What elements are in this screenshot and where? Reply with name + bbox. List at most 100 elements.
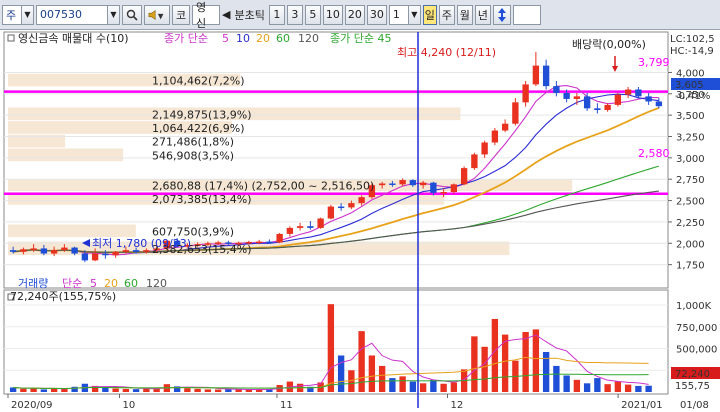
y-tick-label: 3,000 (676, 154, 705, 165)
mode-value[interactable]: 주 (2, 4, 22, 25)
period-30[interactable]: 30 (366, 4, 387, 25)
candle (481, 142, 488, 155)
candle (337, 206, 345, 209)
volume-profile-label: 2,073,385(13,4%) (152, 193, 252, 206)
chevron-down-icon[interactable]: ▼ (22, 4, 34, 25)
period-20[interactable]: 20 (344, 4, 365, 25)
candle (409, 180, 417, 186)
y-tick-label: 2,000 (676, 239, 705, 250)
volume-profile-label: 271,486(1,8%) (152, 136, 234, 149)
volume-bar (614, 381, 622, 392)
period-1[interactable]: 1 (268, 4, 285, 25)
volume-ma120: 120 (146, 277, 167, 290)
stock-code-input[interactable]: 007530 (36, 4, 108, 25)
svg-text:▼: ▼ (158, 11, 164, 20)
period-3[interactable]: 3 (286, 4, 303, 25)
candle (460, 168, 468, 185)
x-tick-label: 2021/01 (621, 400, 663, 411)
month-button[interactable]: 월 (456, 4, 473, 25)
speaker-icon: ▼ (148, 9, 164, 20)
candle (594, 108, 601, 111)
candle (327, 206, 335, 219)
y-tick-label: 3,500 (676, 111, 705, 122)
volume-bar (9, 387, 17, 392)
scroll-button[interactable] (492, 4, 511, 25)
search-button[interactable] (122, 4, 142, 25)
candle (430, 182, 437, 193)
day-button[interactable]: 일 (422, 4, 437, 25)
candle (286, 227, 294, 234)
volume-bar (184, 388, 191, 392)
candle (348, 203, 355, 208)
week-button[interactable]: 주 (438, 4, 455, 25)
sound-button[interactable]: ▼ (144, 4, 170, 25)
volume-profile-label: 2,680,88 (17,4%) (2,752,00 ~ 2,516,50) (152, 180, 374, 193)
candle (378, 183, 386, 186)
code-button[interactable]: 코 (172, 4, 190, 25)
extra-input[interactable] (512, 4, 541, 25)
candle (61, 247, 68, 251)
volume-bar (20, 388, 27, 392)
candle (132, 250, 140, 252)
volume-bar (450, 382, 458, 392)
volume-bar (440, 383, 447, 392)
max-label: 최고 4,240 (12/11) (397, 46, 496, 59)
chevron-down-icon[interactable]: ▼ (108, 4, 120, 25)
volume-bar (368, 355, 376, 392)
candle (143, 250, 150, 252)
up-down-arrow-icon (497, 7, 506, 22)
volume-bar (112, 388, 119, 392)
stock-code-select[interactable]: 007530 ▼ (36, 4, 120, 25)
volume-profile-band (8, 148, 124, 162)
volume-bar (563, 375, 570, 392)
legend-ma-label: 종가 단순 (164, 32, 208, 45)
candle (20, 249, 27, 252)
volume-bar (594, 378, 601, 392)
legend-ma120: 120 (298, 32, 319, 45)
current-price: 3,605 (675, 80, 704, 91)
y-tick-label: 2,500 (676, 197, 705, 208)
volume-profile-label: 1,064,422(6,9%) (152, 122, 245, 135)
volume-bar (471, 336, 478, 392)
hc-label: HC:-14,9 (670, 46, 714, 57)
x-tick-label: 10 (123, 400, 136, 411)
candle (450, 184, 458, 193)
legend-ma20: 20 (256, 32, 270, 45)
min-label: 최저 1,780 (09/23) (92, 237, 191, 250)
period-5[interactable]: 5 (304, 4, 321, 25)
candle (583, 96, 591, 109)
candle (71, 247, 78, 254)
y-tick-label: 3,250 (676, 133, 705, 144)
x-tick-label: 2020/09 (11, 400, 53, 411)
candle (9, 250, 17, 252)
prev-arrow-icon[interactable]: ◀ (222, 5, 230, 25)
y-tick-label: 4,000 (676, 68, 705, 79)
volume-label: 거래량 (18, 277, 48, 290)
volume-bar (30, 388, 37, 392)
candle (102, 253, 109, 256)
candle (491, 130, 499, 143)
candle (532, 65, 540, 85)
chevron-down-icon[interactable]: ▼ (408, 4, 421, 25)
volume-bar (481, 346, 488, 392)
volume-profile-label: 546,908(3,5%) (152, 149, 234, 162)
volume-bar (245, 389, 253, 392)
mode-select[interactable]: 주 ▼ (2, 4, 34, 25)
volume-bar (378, 365, 386, 392)
y-tick-label: 1,750 (676, 261, 705, 272)
volume-bar (532, 329, 540, 392)
candle (112, 251, 119, 256)
count-select[interactable]: 1 ▼ (388, 4, 421, 25)
volume-bar (194, 388, 201, 392)
legend-ma45: 종가 단순 45 (330, 32, 391, 45)
count-value[interactable]: 1 (388, 4, 409, 25)
time-unit-label[interactable]: 분초틱 (232, 5, 266, 25)
volume-profile-band (8, 224, 136, 238)
volume-bar (102, 387, 109, 392)
period-10[interactable]: 10 (322, 4, 343, 25)
year-button[interactable]: 년 (474, 4, 491, 25)
stock-chart[interactable]: 4,0003,7503,5003,2503,0002,7502,5002,250… (0, 30, 720, 412)
candle (573, 96, 581, 99)
volume-bar (399, 376, 406, 392)
candle (655, 101, 663, 107)
